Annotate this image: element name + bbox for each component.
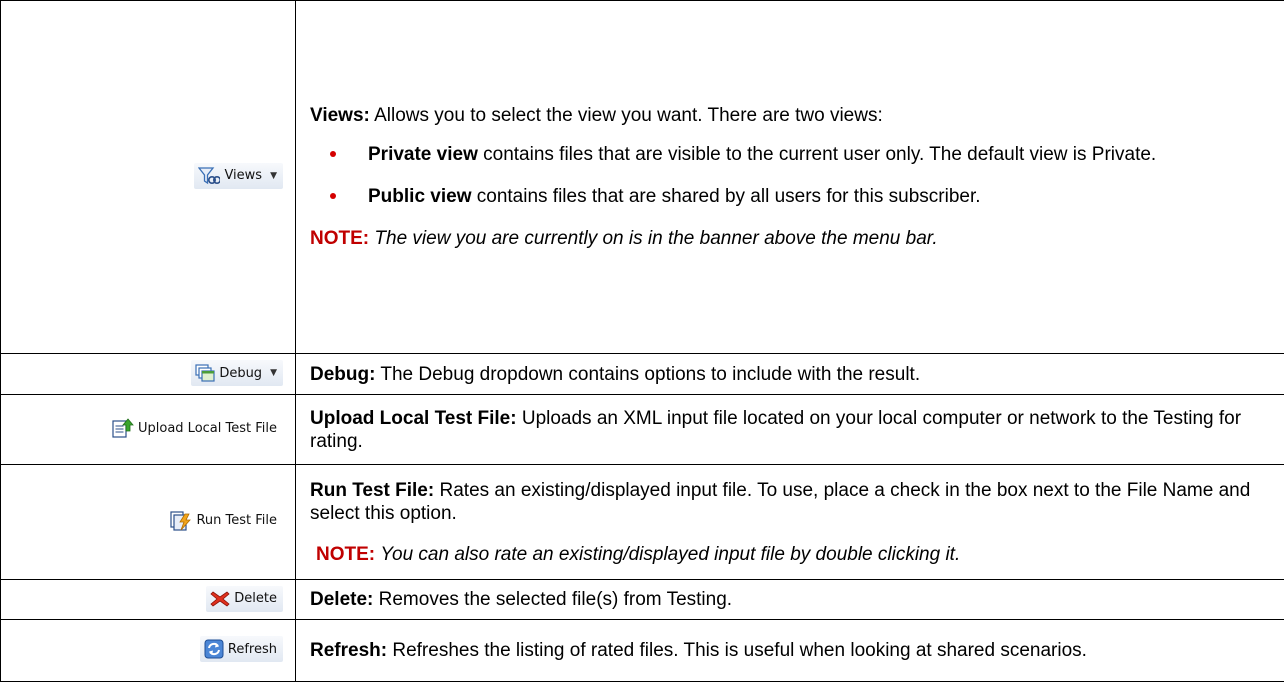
list-item: Public view contains files that are shar…	[310, 185, 1270, 208]
views-filter-icon	[198, 166, 220, 186]
views-description: Views: Allows you to select the view you…	[296, 1, 1284, 354]
debug-button-label: Debug	[219, 366, 262, 381]
views-button[interactable]: Views ▼	[194, 163, 283, 189]
delete-title: Delete:	[310, 589, 373, 610]
debug-button-cell: Debug ▼	[1, 354, 296, 395]
bullet-title: Public view	[368, 186, 471, 207]
note-text: The view you are currently on is in the …	[374, 228, 937, 249]
debug-button[interactable]: Debug ▼	[191, 360, 283, 386]
note-label: NOTE:	[316, 544, 375, 565]
views-title: Views:	[310, 105, 370, 126]
note-text: You can also rate an existing/displayed …	[380, 544, 960, 565]
chevron-down-icon[interactable]: ▼	[270, 171, 277, 181]
delete-button-label: Delete	[234, 591, 277, 606]
upload-description: Upload Local Test File: Uploads an XML i…	[296, 395, 1284, 465]
bullet-text: contains files that are shared by all us…	[477, 186, 981, 207]
refresh-button[interactable]: Refresh	[200, 636, 283, 662]
run-text: Rates an existing/displayed input file. …	[310, 480, 1250, 524]
views-bullet-list: Private view contains files that are vis…	[310, 143, 1270, 208]
delete-text: Removes the selected file(s) from Testin…	[379, 589, 732, 610]
table-row-delete: Delete Delete: Removes the selected file…	[1, 580, 1284, 620]
delete-description: Delete: Removes the selected file(s) fro…	[296, 580, 1284, 620]
views-button-label: Views	[224, 168, 262, 183]
delete-button-cell: Delete	[1, 580, 296, 620]
views-text: Allows you to select the view you want. …	[374, 105, 883, 126]
table-row-upload: Upload Local Test File Upload Local Test…	[1, 395, 1284, 465]
bullet-title: Private view	[368, 144, 478, 165]
refresh-text: Refreshes the listing of rated files. Th…	[392, 640, 1087, 661]
refresh-button-cell: Refresh	[1, 620, 296, 682]
refresh-title: Refresh:	[310, 640, 387, 661]
upload-button-label: Upload Local Test File	[138, 421, 277, 436]
table-row-run: Run Test File Run Test File: Rates an ex…	[1, 465, 1284, 580]
debug-description: Debug: The Debug dropdown contains optio…	[296, 354, 1284, 395]
table-row-debug: Debug ▼ Debug: The Debug dropdown contai…	[1, 354, 1284, 395]
list-item: Private view contains files that are vis…	[310, 143, 1270, 166]
refresh-description: Refresh: Refreshes the listing of rated …	[296, 620, 1284, 682]
bullet-text: contains files that are visible to the c…	[483, 144, 1156, 165]
run-button-cell: Run Test File	[1, 465, 296, 580]
table-row-views: Views ▼ Views: Allows you to select the …	[1, 1, 1284, 354]
run-button-label: Run Test File	[196, 513, 277, 528]
run-file-icon	[170, 511, 192, 531]
refresh-icon	[204, 639, 224, 659]
bullet-icon	[330, 151, 336, 157]
delete-button[interactable]: Delete	[206, 586, 283, 612]
views-note: NOTE: The view you are currently on is i…	[310, 227, 1270, 250]
chevron-down-icon[interactable]: ▼	[270, 368, 277, 378]
debug-title: Debug:	[310, 364, 375, 385]
run-description: Run Test File: Rates an existing/display…	[296, 465, 1284, 580]
run-title: Run Test File:	[310, 480, 434, 501]
views-button-cell: Views ▼	[1, 1, 296, 354]
bullet-icon	[330, 193, 336, 199]
upload-local-test-file-button[interactable]: Upload Local Test File	[108, 415, 283, 441]
upload-title: Upload Local Test File:	[310, 408, 517, 429]
toolbar-reference-table: Views ▼ Views: Allows you to select the …	[0, 0, 1284, 682]
upload-button-cell: Upload Local Test File	[1, 395, 296, 465]
note-label: NOTE:	[310, 228, 369, 249]
debug-text: The Debug dropdown contains options to i…	[380, 364, 920, 385]
debug-window-icon	[195, 364, 215, 382]
delete-x-icon	[210, 590, 230, 608]
run-test-file-button[interactable]: Run Test File	[166, 508, 283, 534]
upload-file-icon	[112, 418, 134, 438]
run-note: NOTE: You can also rate an existing/disp…	[310, 543, 1270, 566]
table-row-refresh: Refresh Refresh: Refreshes the listing o…	[1, 620, 1284, 682]
